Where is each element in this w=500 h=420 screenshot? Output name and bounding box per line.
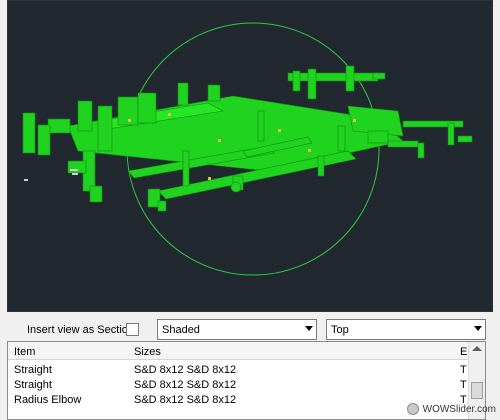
duct-model: [22, 65, 473, 212]
view-direction-select[interactable]: Top: [326, 319, 486, 340]
header-item[interactable]: Item: [14, 346, 35, 358]
row-item: Straight: [14, 364, 52, 376]
row-sizes: S&D 8x12 S&D 8x12: [134, 394, 237, 406]
view-options-bar: Insert view as Section Shaded Top: [0, 316, 500, 340]
insert-section-checkbox[interactable]: [126, 323, 139, 336]
model-preview-canvas: [22, 22, 473, 276]
watermark-logo-icon: [406, 403, 419, 415]
list-row[interactable]: Straight S&D 8x12 S&D 8x12 T: [8, 363, 485, 378]
header-sizes[interactable]: Sizes: [134, 346, 161, 358]
chevron-down-icon: [305, 326, 313, 331]
row-item: Radius Elbow: [14, 394, 82, 406]
row-item: Straight: [14, 379, 52, 391]
row-el: T: [460, 364, 467, 376]
model-viewport[interactable]: [7, 0, 493, 312]
row-el: T: [460, 379, 467, 391]
scroll-thumb[interactable]: [471, 382, 483, 399]
visual-style-select[interactable]: Shaded: [157, 319, 317, 340]
view-insert-dialog: Insert view as Section Shaded Top Item S…: [0, 0, 500, 420]
row-sizes: S&D 8x12 S&D 8x12: [134, 364, 237, 376]
insert-section-label: Insert view as Section: [27, 324, 134, 336]
list-row[interactable]: Straight S&D 8x12 S&D 8x12 T: [8, 378, 485, 393]
list-header: Item Sizes El: [8, 342, 485, 360]
watermark-text: WOWSlider.com: [422, 403, 496, 415]
watermark: WOWSlider.com: [406, 402, 496, 416]
scroll-up-icon[interactable]: [472, 346, 482, 351]
view-direction-value: Top: [331, 324, 349, 336]
visual-style-value: Shaded: [162, 324, 200, 336]
row-sizes: S&D 8x12 S&D 8x12: [134, 379, 237, 391]
chevron-down-icon: [474, 326, 482, 331]
